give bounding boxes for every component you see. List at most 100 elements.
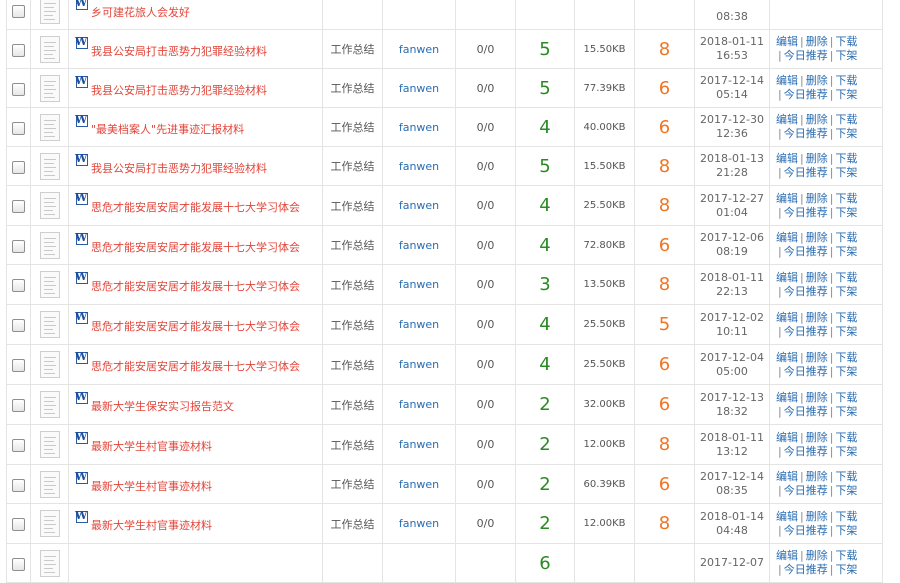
edit-link[interactable]: 编辑 — [776, 74, 798, 87]
delete-link[interactable]: 删除 — [806, 311, 828, 324]
uploader-link[interactable]: fanwen — [382, 68, 456, 108]
uploader-link[interactable] — [382, 0, 456, 30]
download-link[interactable]: 下载 — [835, 311, 857, 324]
download-link[interactable]: 下载 — [835, 152, 857, 165]
uploader-link[interactable]: fanwen — [382, 304, 456, 345]
unshelve-link[interactable]: 下架 — [835, 325, 857, 338]
unshelve-link[interactable]: 下架 — [835, 365, 857, 378]
download-link[interactable]: 下载 — [835, 35, 857, 48]
document-title-link[interactable]: "最美档案人"先进事迹汇报材料 — [91, 123, 244, 136]
unshelve-link[interactable]: 下架 — [835, 445, 857, 458]
edit-link[interactable]: 编辑 — [776, 470, 798, 483]
delete-link[interactable]: 删除 — [806, 271, 828, 284]
download-link[interactable]: 下载 — [835, 231, 857, 244]
row-checkbox[interactable] — [12, 121, 25, 135]
unshelve-link[interactable]: 下架 — [835, 206, 857, 219]
download-link[interactable]: 下载 — [835, 351, 857, 364]
unshelve-link[interactable]: 下架 — [835, 405, 857, 418]
row-checkbox[interactable] — [12, 82, 25, 96]
document-thumbnail[interactable] — [39, 549, 60, 577]
edit-link[interactable]: 编辑 — [776, 35, 798, 48]
recommend-today-link[interactable]: 今日推荐 — [784, 325, 828, 338]
edit-link[interactable]: 编辑 — [776, 510, 798, 523]
document-title-link[interactable]: 最新大学生村官事迹材料 — [91, 519, 212, 532]
document-thumbnail[interactable] — [39, 351, 60, 378]
edit-link[interactable]: 编辑 — [776, 152, 798, 165]
recommend-today-link[interactable]: 今日推荐 — [784, 245, 828, 258]
uploader-link[interactable]: fanwen — [382, 146, 456, 186]
edit-link[interactable]: 编辑 — [776, 351, 798, 364]
delete-link[interactable]: 删除 — [806, 391, 828, 404]
unshelve-link[interactable]: 下架 — [835, 245, 857, 258]
document-title-link[interactable]: 思危才能安居安居才能发展十七大学习体会 — [91, 320, 300, 333]
delete-link[interactable]: 删除 — [806, 192, 828, 205]
edit-link[interactable]: 编辑 — [776, 549, 798, 562]
document-title-link[interactable]: 思危才能安居安居才能发展十七大学习体会 — [91, 201, 300, 214]
document-thumbnail[interactable] — [39, 510, 60, 537]
document-thumbnail[interactable] — [39, 231, 60, 259]
document-thumbnail[interactable] — [39, 0, 60, 24]
unshelve-link[interactable]: 下架 — [835, 285, 857, 298]
edit-link[interactable]: 编辑 — [776, 113, 798, 126]
delete-link[interactable]: 删除 — [806, 351, 828, 364]
document-thumbnail[interactable] — [39, 74, 60, 102]
delete-link[interactable]: 删除 — [806, 470, 828, 483]
recommend-today-link[interactable]: 今日推荐 — [784, 563, 828, 576]
document-title-link[interactable]: 我县公安局打击恶势力犯罪经验材料 — [91, 162, 267, 175]
document-thumbnail[interactable] — [39, 311, 60, 338]
document-thumbnail[interactable] — [39, 113, 60, 141]
document-thumbnail[interactable] — [39, 271, 60, 298]
delete-link[interactable]: 删除 — [806, 74, 828, 87]
unshelve-link[interactable]: 下架 — [835, 166, 857, 179]
row-checkbox[interactable] — [12, 239, 25, 253]
document-title-link[interactable]: 我县公安局打击恶势力犯罪经验材料 — [91, 45, 267, 58]
document-thumbnail[interactable] — [39, 192, 60, 219]
recommend-today-link[interactable]: 今日推荐 — [784, 285, 828, 298]
edit-link[interactable]: 编辑 — [776, 192, 798, 205]
row-checkbox[interactable] — [12, 279, 25, 292]
unshelve-link[interactable]: 下架 — [835, 49, 857, 62]
row-checkbox[interactable] — [12, 478, 25, 492]
edit-link[interactable]: 编辑 — [776, 311, 798, 324]
document-title-link[interactable]: 最新大学生村官事迹材料 — [91, 480, 212, 493]
edit-link[interactable]: 编辑 — [776, 271, 798, 284]
document-title-link[interactable]: 思危才能安居安居才能发展十七大学习体会 — [91, 360, 300, 373]
recommend-today-link[interactable]: 今日推荐 — [784, 405, 828, 418]
unshelve-link[interactable]: 下架 — [835, 88, 857, 101]
row-checkbox[interactable] — [12, 439, 25, 452]
download-link[interactable]: 下载 — [835, 271, 857, 284]
download-link[interactable]: 下载 — [835, 74, 857, 87]
download-link[interactable]: 下载 — [835, 113, 857, 126]
delete-link[interactable]: 删除 — [806, 431, 828, 444]
edit-link[interactable]: 编辑 — [776, 391, 798, 404]
delete-link[interactable]: 删除 — [806, 152, 828, 165]
document-title-link[interactable]: 乡可建花旅人会发好 — [91, 6, 190, 19]
delete-link[interactable]: 删除 — [806, 510, 828, 523]
recommend-today-link[interactable]: 今日推荐 — [784, 524, 828, 537]
document-title-link[interactable]: 最新大学生保安实习报告范文 — [91, 400, 234, 413]
delete-link[interactable]: 删除 — [806, 35, 828, 48]
unshelve-link[interactable]: 下架 — [835, 524, 857, 537]
recommend-today-link[interactable]: 今日推荐 — [784, 166, 828, 179]
row-checkbox[interactable] — [12, 4, 25, 18]
download-link[interactable]: 下载 — [835, 470, 857, 483]
uploader-link[interactable]: fanwen — [382, 225, 456, 265]
unshelve-link[interactable]: 下架 — [835, 127, 857, 140]
delete-link[interactable]: 删除 — [806, 231, 828, 244]
unshelve-link[interactable]: 下架 — [835, 563, 857, 576]
uploader-link[interactable]: fanwen — [382, 464, 456, 504]
recommend-today-link[interactable]: 今日推荐 — [784, 365, 828, 378]
row-checkbox[interactable] — [12, 43, 25, 57]
document-title-link[interactable]: 思危才能安居安居才能发展十七大学习体会 — [91, 241, 300, 254]
document-thumbnail[interactable] — [39, 152, 60, 180]
recommend-today-link[interactable]: 今日推荐 — [784, 49, 828, 62]
document-title-link[interactable]: 最新大学生村官事迹材料 — [91, 440, 212, 453]
recommend-today-link[interactable]: 今日推荐 — [784, 484, 828, 497]
recommend-today-link[interactable]: 今日推荐 — [784, 206, 828, 219]
document-thumbnail[interactable] — [39, 431, 60, 458]
recommend-today-link[interactable]: 今日推荐 — [784, 88, 828, 101]
uploader-link[interactable]: fanwen — [382, 185, 456, 226]
row-checkbox[interactable] — [12, 200, 25, 213]
uploader-link[interactable]: fanwen — [382, 424, 456, 465]
document-title-link[interactable]: 我县公安局打击恶势力犯罪经验材料 — [91, 84, 267, 97]
